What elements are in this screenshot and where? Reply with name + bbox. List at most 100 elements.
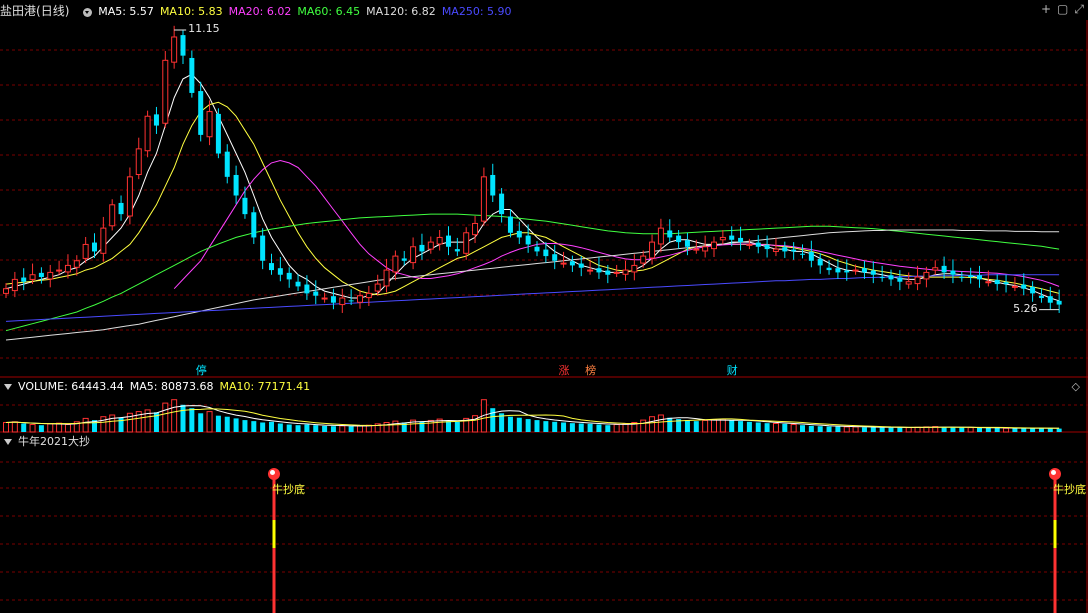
candle-body	[879, 277, 885, 279]
candle-body	[755, 242, 761, 247]
collapse-icon[interactable]	[4, 383, 12, 390]
signal-dot-highlight	[270, 470, 275, 475]
volume-bar	[977, 427, 982, 432]
event-tag[interactable]: 财	[726, 364, 739, 378]
volume-bar	[711, 419, 717, 433]
candle-body	[613, 271, 620, 274]
candle-body	[719, 236, 726, 241]
candle-body	[198, 91, 204, 135]
volume-bar	[693, 421, 699, 432]
volume-bar	[1047, 428, 1053, 432]
volume-bar	[790, 424, 797, 433]
candle-body	[764, 244, 770, 250]
volume-bar	[684, 420, 690, 432]
candle-body	[92, 242, 97, 252]
collapse-icon[interactable]	[4, 438, 12, 445]
candle-body	[941, 265, 947, 273]
candle-body	[578, 263, 584, 268]
volume-bar	[233, 418, 239, 432]
volume-bar	[1038, 428, 1044, 432]
candle-body	[11, 278, 18, 292]
candle-body	[782, 247, 788, 252]
expand-icon[interactable]: ⤢	[1074, 2, 1084, 16]
volume-bar	[339, 425, 346, 433]
volume-bar	[667, 417, 673, 432]
candle-body	[365, 292, 372, 299]
candle-body	[286, 272, 292, 280]
candle-body	[543, 249, 549, 257]
volume-bar	[118, 417, 124, 432]
volume-bar	[719, 418, 726, 433]
volume-bar	[543, 421, 549, 432]
volume-bar	[587, 423, 593, 432]
candle-body	[1003, 282, 1009, 285]
candle-body	[56, 269, 63, 272]
volume-bar	[888, 427, 894, 432]
candle-body	[330, 296, 336, 303]
ma-value: MA60: 6.45	[297, 5, 361, 18]
candle-body	[729, 235, 735, 240]
volume-bar	[569, 423, 575, 432]
stock-name: 盐田港	[0, 4, 37, 18]
box-icon[interactable]: ▢	[1057, 2, 1068, 16]
volume-bar	[800, 425, 805, 432]
dropdown-icon[interactable]	[83, 7, 93, 17]
candle-body	[968, 275, 974, 278]
candle-body	[480, 176, 487, 222]
candle-body	[693, 248, 700, 251]
volume-bar	[552, 421, 558, 432]
candle-body	[463, 232, 470, 254]
volume-bar	[82, 417, 89, 433]
volume-bar	[782, 423, 788, 432]
candle-body	[560, 262, 567, 265]
candle-body	[357, 295, 363, 303]
volume-bar	[330, 426, 336, 432]
event-tag[interactable]: 停	[195, 364, 208, 378]
candle-body	[277, 268, 283, 275]
plus-icon[interactable]: +	[1041, 2, 1051, 16]
candle-body	[985, 281, 992, 284]
volume-bar	[534, 420, 540, 432]
event-tag[interactable]: 涨	[558, 364, 571, 378]
volume-bar	[870, 427, 876, 432]
candle-body	[499, 193, 505, 215]
candle-body	[516, 230, 522, 238]
event-tag[interactable]: 榜	[584, 364, 597, 378]
candle-body	[126, 176, 133, 217]
volume-bar	[640, 419, 647, 433]
signal-label: 牛抄底	[1053, 483, 1086, 496]
volume-bar	[383, 421, 390, 433]
diamond-icon[interactable]: ◇	[1072, 380, 1080, 393]
candle-body	[746, 243, 753, 246]
volume-bar	[446, 421, 451, 432]
signal-bar	[1053, 520, 1057, 548]
candle-body	[507, 216, 513, 233]
ma-value: MA20: 6.02	[228, 5, 292, 18]
window-controls: + ▢ ⤢	[1035, 2, 1084, 17]
candle-body	[29, 274, 36, 280]
volume-bar	[162, 402, 169, 433]
volume-bar	[985, 427, 991, 432]
candle-body	[657, 227, 664, 245]
price-header: 盐田港(日线) MA5: 5.57 MA10: 5.83 MA20: 6.02 MA6…	[0, 2, 524, 20]
candle-body	[313, 291, 319, 296]
volume-bar	[994, 427, 1000, 432]
volume-bar	[1012, 428, 1018, 432]
indicator-name: 牛年2021大抄	[18, 435, 90, 448]
volume-bar	[516, 417, 522, 432]
candle-body	[224, 151, 230, 177]
kline-chart[interactable]	[0, 0, 1088, 613]
candle-body	[667, 230, 673, 238]
indicator-header: 牛年2021大抄	[0, 433, 96, 451]
candle-body	[38, 272, 44, 278]
volume-bar	[251, 421, 257, 432]
volume-bar	[967, 427, 974, 433]
candle-body	[3, 288, 9, 294]
volume-bar	[29, 424, 36, 433]
volume-bar	[861, 427, 867, 432]
candle-body	[1038, 295, 1044, 299]
candle-body	[73, 260, 80, 268]
volume-bar	[454, 421, 460, 432]
candle-body	[454, 249, 460, 252]
candle-body	[206, 111, 213, 138]
